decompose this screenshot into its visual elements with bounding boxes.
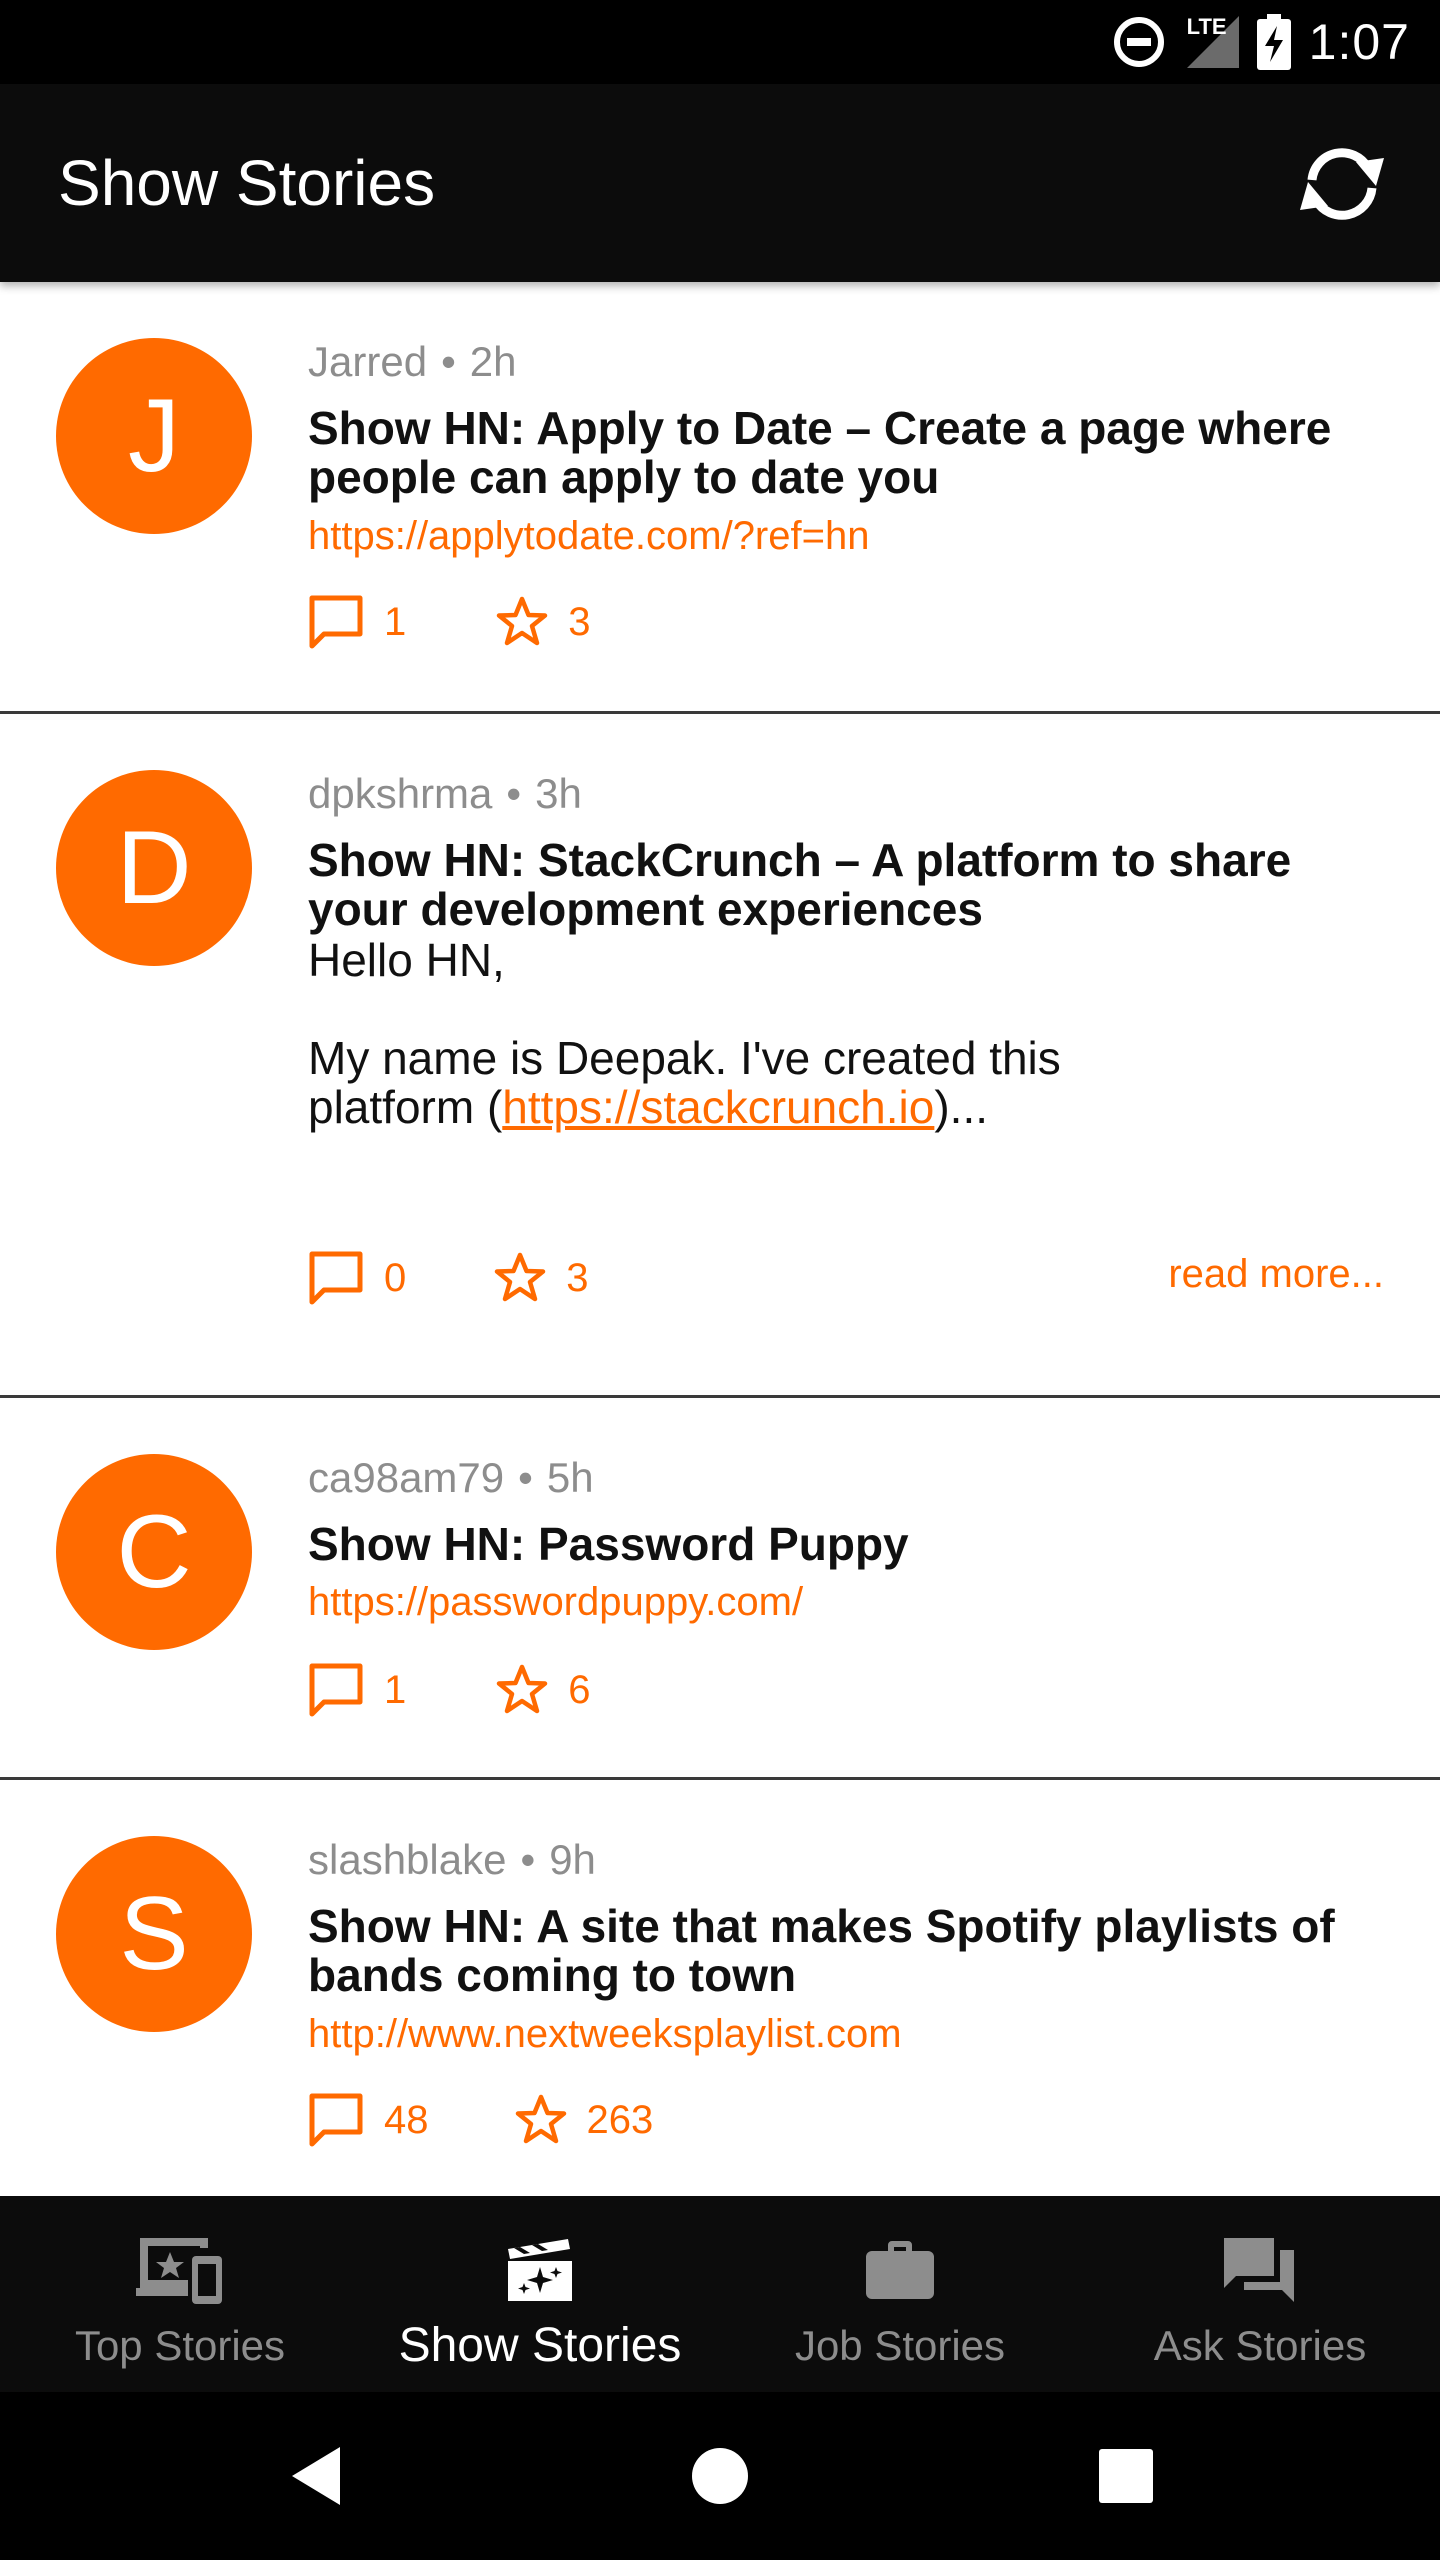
story-item[interactable]: D dpkshrma • 3h Show HN: StackCrunch – A p… — [0, 714, 1440, 1398]
battery-charging-icon — [1256, 14, 1291, 70]
avatar: J — [56, 338, 252, 534]
tab-job-stories[interactable]: Job Stories — [720, 2196, 1080, 2392]
star-button[interactable]: 3 — [494, 1252, 589, 1304]
story-author[interactable]: ca98am79 — [308, 1454, 504, 1501]
story-age: 2h — [469, 338, 517, 385]
story-meta: ca98am79 • 5h — [308, 1454, 594, 1502]
story-url[interactable]: https://passwordpuppy.com/ — [308, 1580, 803, 1625]
story-list[interactable]: J Jarred • 2h Show HN: Apply to Date – Cre… — [0, 282, 1440, 2196]
story-body-line: platform (https://stackcrunch.io)... — [308, 1081, 989, 1133]
network-type: LTE — [1186, 14, 1227, 39]
status-icons: LTE 1:07 — [1113, 0, 1410, 84]
star-count: 3 — [566, 1255, 589, 1300]
story-title[interactable]: Show HN: StackCrunch – A platform to sha… — [308, 836, 1398, 934]
star-icon — [495, 1252, 546, 1302]
tab-label: Job Stories — [794, 2322, 1006, 2369]
comments-button[interactable]: 0 — [308, 1250, 406, 1306]
recents-square-icon — [1099, 2449, 1153, 2503]
tab-top-stories[interactable]: Top Stories — [0, 2196, 360, 2392]
story-actions: 1 6 — [308, 1660, 591, 1720]
comments-button[interactable]: 1 — [308, 1662, 406, 1718]
star-button[interactable]: 263 — [515, 2094, 654, 2146]
app-bar: Show Stories — [0, 84, 1440, 282]
story-meta: slashblake • 9h — [308, 1836, 596, 1884]
story-body: Hello HN, My name is Deepak. I've create… — [308, 936, 1398, 1132]
star-icon — [497, 596, 548, 646]
system-home-button[interactable] — [640, 2392, 800, 2560]
comment-icon — [309, 595, 363, 649]
tab-label: Show Stories — [398, 2319, 682, 2372]
story-item[interactable]: J Jarred • 2h Show HN: Apply to Date – Cre… — [0, 282, 1440, 714]
forum-icon — [1224, 2238, 1294, 2302]
story-item[interactable]: C ca98am79 • 5h Show HN: Password Puppy ht… — [0, 1398, 1440, 1780]
story-item[interactable]: S slashblake • 9h Show HN: A site that mak… — [0, 1780, 1440, 2196]
home-circle-icon — [692, 2448, 748, 2504]
status-time: 1:07 — [1308, 14, 1410, 70]
meta-separator: • — [518, 1454, 533, 1501]
story-meta: dpkshrma • 3h — [308, 770, 582, 818]
story-actions: 0 3 — [308, 1248, 589, 1308]
story-age: 3h — [535, 770, 582, 817]
story-body-line: Hello HN, — [308, 934, 505, 986]
meta-separator: • — [520, 1836, 536, 1883]
star-count: 3 — [568, 599, 591, 644]
system-navigation-bar — [0, 2392, 1440, 2560]
story-author[interactable]: slashblake — [308, 1836, 506, 1883]
comment-icon — [309, 1663, 363, 1717]
lte-signal-icon: LTE — [1183, 14, 1239, 70]
story-meta: Jarred • 2h — [308, 338, 517, 386]
star-count: 263 — [586, 2097, 654, 2142]
refresh-button[interactable] — [1290, 134, 1394, 234]
story-title[interactable]: Show HN: Password Puppy — [308, 1520, 1398, 1569]
comments-button[interactable]: 1 — [308, 594, 406, 650]
bottom-navigation: Top Stories Show Stories Job Stories Ask… — [0, 2196, 1440, 2392]
meta-separator: • — [441, 338, 456, 385]
avatar: C — [56, 1454, 252, 1650]
comment-icon — [309, 1251, 363, 1305]
comment-count: 1 — [384, 599, 407, 644]
devices-star-icon — [136, 2238, 222, 2304]
star-button[interactable]: 3 — [496, 596, 591, 648]
story-age: 5h — [546, 1454, 594, 1501]
tab-show-stories[interactable]: Show Stories — [360, 2196, 720, 2392]
briefcase-icon — [866, 2241, 934, 2299]
story-title[interactable]: Show HN: A site that makes Spotify playl… — [308, 1902, 1398, 2000]
comment-icon — [309, 2093, 363, 2147]
star-count: 6 — [568, 1667, 591, 1712]
story-actions: 48 263 — [308, 2090, 653, 2150]
story-author[interactable]: dpkshrma — [308, 770, 492, 817]
star-icon — [497, 1664, 548, 1714]
star-icon — [515, 2094, 566, 2144]
status-bar: LTE 1:07 — [0, 0, 1440, 84]
system-recents-button[interactable] — [1046, 2392, 1206, 2560]
read-more-link[interactable]: read more... — [1168, 1252, 1384, 1297]
comment-count: 1 — [384, 1667, 407, 1712]
page-title: Show Stories — [58, 147, 436, 219]
do-not-disturb-icon — [1113, 17, 1164, 67]
back-triangle-icon — [292, 2447, 340, 2505]
star-button[interactable]: 6 — [496, 1664, 591, 1716]
comments-button[interactable]: 48 — [308, 2092, 429, 2148]
avatar: S — [56, 1836, 252, 2032]
tab-ask-stories[interactable]: Ask Stories — [1080, 2196, 1440, 2392]
refresh-icon — [1300, 148, 1384, 220]
story-author[interactable]: Jarred — [308, 338, 427, 385]
story-title[interactable]: Show HN: Apply to Date – Create a page w… — [308, 404, 1398, 502]
system-back-button[interactable] — [236, 2392, 396, 2560]
movie-sparkle-icon — [508, 2239, 572, 2301]
tab-label: Ask Stories — [1153, 2322, 1367, 2369]
story-actions: 1 3 — [308, 592, 591, 652]
story-url[interactable]: https://applytodate.com/?ref=hn — [308, 514, 869, 559]
story-body-link[interactable]: https://stackcrunch.io — [502, 1081, 934, 1133]
comment-count: 48 — [384, 2097, 429, 2142]
avatar: D — [56, 770, 252, 966]
story-age: 9h — [549, 1836, 596, 1883]
comment-count: 0 — [384, 1255, 407, 1300]
meta-separator: • — [506, 770, 522, 817]
story-url[interactable]: http://www.nextweeksplaylist.com — [308, 2012, 902, 2057]
tab-label: Top Stories — [74, 2322, 286, 2369]
story-body-line: My name is Deepak. I've created this — [308, 1032, 1061, 1084]
